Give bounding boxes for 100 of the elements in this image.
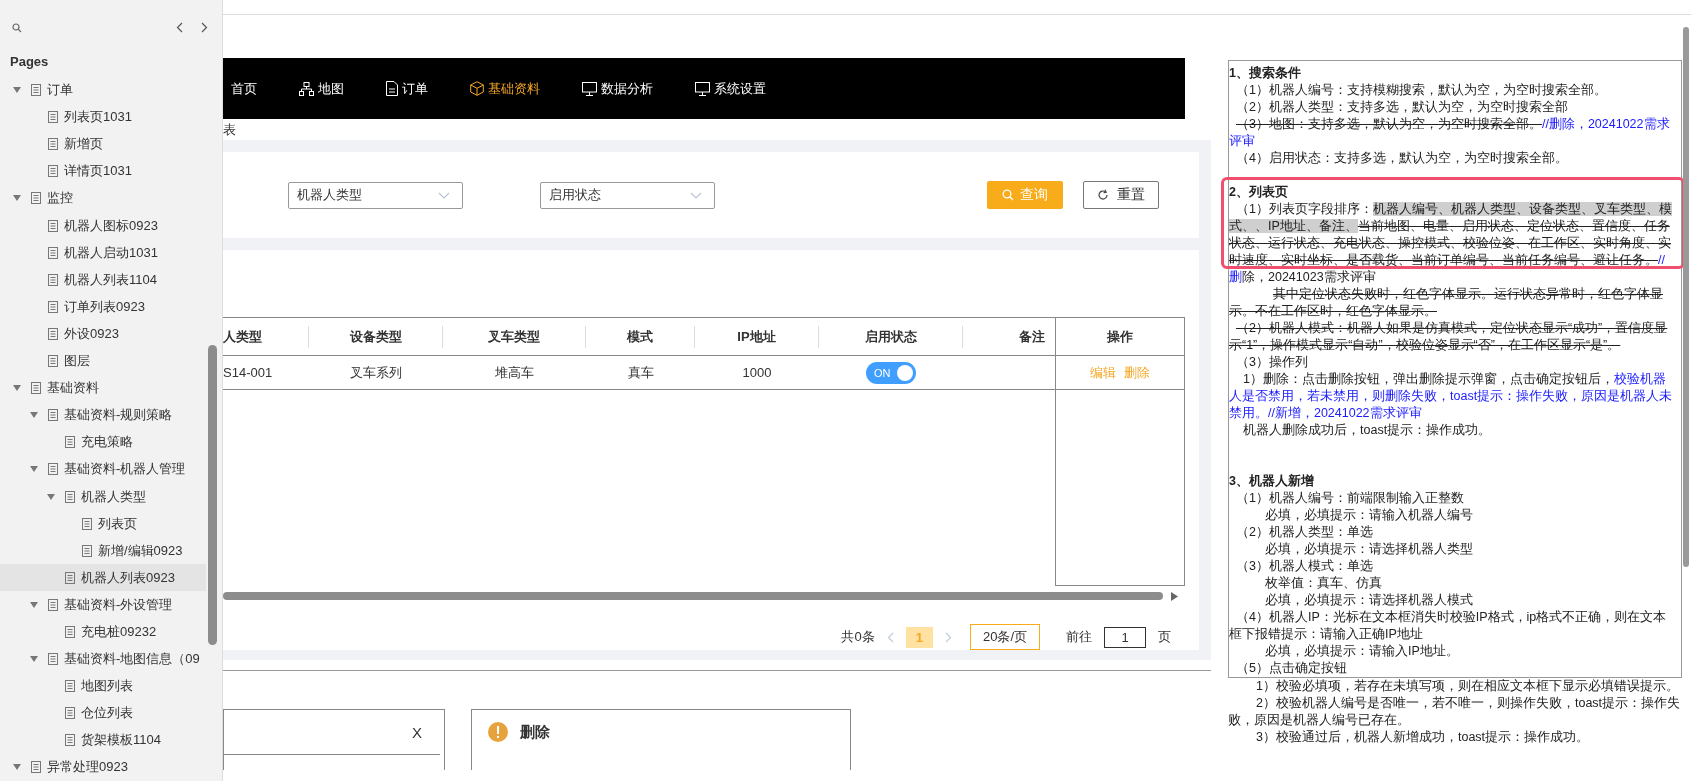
note-text: 1）校验必填项，若存在未填写项，则在相应文本框下显示必填错误提示。 bbox=[1255, 678, 1680, 695]
page-size-select[interactable]: 20条/页 bbox=[969, 624, 1040, 650]
page-tree-item[interactable]: 机器人类型 bbox=[0, 482, 206, 511]
page-icon bbox=[65, 571, 75, 584]
page-tree-item[interactable]: 列表页1031 bbox=[0, 103, 206, 131]
caret-icon[interactable] bbox=[13, 87, 21, 94]
note-text: 2、列表页 bbox=[1229, 184, 1289, 201]
breadcrumb: 表 bbox=[223, 121, 237, 139]
page-icon bbox=[48, 111, 58, 124]
chevron-down-icon bbox=[438, 191, 450, 199]
column-header: 备注 bbox=[1018, 327, 1046, 346]
search-icon bbox=[1002, 189, 1014, 201]
page-tree-item[interactable]: 基础资料-地图信息（09 bbox=[0, 645, 206, 673]
caret-icon[interactable] bbox=[13, 195, 21, 202]
nav-item[interactable]: 系统设置 bbox=[695, 79, 766, 98]
page-tree-item[interactable]: 异常处理0923 bbox=[0, 753, 206, 781]
page-icon bbox=[82, 517, 92, 530]
caret-icon[interactable] bbox=[13, 764, 21, 771]
page-icon bbox=[48, 327, 58, 340]
page-tree-item[interactable]: 监控 bbox=[0, 184, 206, 213]
note-text: （1）列表页字段排序：机器人编号、机器人类型、设备类型、叉车类型、模式、、IP地址、备注、当前地图、电量、启用状态、定位状态、置信度、任务状态、运行状态、充电状态、操控模式、校验位姿、在工作区、实时角度、实时速度、实时坐标、是否载货、当前订单编号、当前任务编号、避让任务。//删除，20241023需求评审 bbox=[1229, 201, 1673, 286]
page-tree-item[interactable]: 基础资料 bbox=[0, 374, 206, 402]
table-cell-text: 叉车系列 bbox=[349, 363, 403, 382]
search-icon[interactable] bbox=[12, 22, 22, 33]
page-icon bbox=[65, 626, 75, 638]
table-cell-text: 堆高车 bbox=[494, 363, 535, 382]
select-field[interactable]: 启用状态 bbox=[540, 181, 715, 209]
page-icon bbox=[48, 598, 58, 611]
note-text: （4）启用状态：支持多选，默认为空，为空时搜索全部。 bbox=[1235, 150, 1569, 167]
page-icon bbox=[48, 409, 58, 422]
page-tree-item[interactable]: 机器人列表0923 bbox=[0, 564, 206, 592]
page-tree-item[interactable]: 机器人启动1031 bbox=[0, 239, 206, 267]
close-button[interactable]: X bbox=[412, 723, 422, 741]
page-tree-item[interactable]: 图层 bbox=[0, 347, 206, 375]
page-icon bbox=[65, 490, 75, 503]
page-tree-item[interactable]: 基础资料-机器人管理 bbox=[0, 455, 206, 483]
page-icon bbox=[48, 219, 58, 232]
forward-icon[interactable] bbox=[201, 22, 208, 34]
nav-item[interactable]: 地图 bbox=[299, 79, 344, 98]
page-icon bbox=[65, 707, 75, 720]
refresh-icon bbox=[1097, 189, 1109, 201]
caret-icon[interactable] bbox=[47, 493, 55, 500]
page-tree-item[interactable]: 订单列表0923 bbox=[0, 293, 206, 321]
page-tree-item[interactable]: 货架模板1104 bbox=[0, 726, 206, 754]
page-tree-item[interactable]: 充电桩09232 bbox=[0, 618, 206, 646]
page-tree-item[interactable]: 新增页 bbox=[0, 130, 206, 158]
column-header: 叉车类型 bbox=[443, 325, 586, 348]
caret-icon[interactable] bbox=[30, 466, 38, 473]
page-tree-item[interactable]: 外设0923 bbox=[0, 320, 206, 348]
page-tree-item[interactable]: 地图列表 bbox=[0, 672, 206, 700]
nav-item[interactable]: 数据分析 bbox=[582, 79, 653, 98]
page-tree-item[interactable]: 基础资料-外设管理 bbox=[0, 591, 206, 619]
page-tree-item[interactable]: 机器人图标0923 bbox=[0, 212, 206, 240]
page-icon bbox=[65, 680, 75, 693]
cube-icon bbox=[470, 81, 484, 96]
page-icon bbox=[31, 382, 41, 395]
select-field[interactable]: 机器人类型 bbox=[288, 181, 463, 209]
nav-item[interactable]: 首页 bbox=[231, 79, 257, 98]
caret-icon[interactable] bbox=[30, 656, 38, 663]
page-icon bbox=[48, 165, 58, 178]
note-text: 其中定位状态失败时，红色字体显示。运行状态异常时，红色字体显示。不在工作区时，红色字体显示。 bbox=[1229, 286, 1664, 320]
caret-icon[interactable] bbox=[30, 412, 38, 419]
page-icon bbox=[82, 544, 92, 557]
dialog-title: 删除 bbox=[520, 722, 550, 742]
page-icon bbox=[65, 436, 75, 449]
page-tree-item[interactable]: 机器人列表1104 bbox=[0, 266, 206, 294]
note-text: 必填，必填提示：请选择机器人模式 bbox=[1264, 592, 1474, 609]
page-icon bbox=[48, 300, 58, 313]
caret-icon[interactable] bbox=[13, 385, 21, 392]
page-icon bbox=[48, 463, 58, 476]
page-unit: 页 bbox=[1158, 628, 1171, 646]
page-tree-item[interactable]: 新增/编辑0923 bbox=[0, 537, 206, 565]
reset-button[interactable]: 重置 bbox=[1083, 181, 1159, 209]
page-tree-item[interactable]: 详情页1031 bbox=[0, 157, 206, 185]
pages-title: Pages bbox=[9, 53, 50, 72]
page-tree-item[interactable]: 仓位列表 bbox=[0, 699, 206, 727]
column-header: 人类型 bbox=[223, 325, 309, 348]
page-icon bbox=[48, 355, 58, 368]
table-cell-text: 1000 bbox=[741, 365, 773, 380]
note-text: （1）机器人编号：支持模糊搜索，默认为空，为空时搜索全部。 bbox=[1235, 82, 1608, 99]
note-text: 枚举值：真车、仿真 bbox=[1264, 575, 1383, 592]
scrollbar[interactable] bbox=[1683, 27, 1691, 567]
page-input[interactable]: 1 bbox=[1104, 626, 1146, 648]
caret-icon[interactable] bbox=[30, 601, 38, 608]
page-tree-item[interactable]: 基础资料-规则策略 bbox=[0, 401, 206, 429]
nav-item[interactable]: 订单 bbox=[386, 79, 428, 98]
page-tree-item[interactable]: 充电策略 bbox=[0, 428, 206, 456]
nav-item[interactable]: 基础资料 bbox=[470, 79, 540, 98]
page-tree-item[interactable]: 订单 bbox=[0, 76, 206, 104]
note-text: 必填，必填提示：请输入机器人编号 bbox=[1264, 507, 1474, 524]
note-text: （2）机器人类型：支持多选，默认为空，为空时搜索全部 bbox=[1235, 99, 1569, 116]
note-text: （3）机器人模式：单选 bbox=[1235, 558, 1374, 575]
total-count: 共0条 bbox=[841, 628, 875, 646]
goto-label: 前往 bbox=[1066, 628, 1092, 646]
column-header: 设备类型 bbox=[309, 325, 443, 348]
monitor-icon bbox=[695, 81, 710, 96]
back-icon[interactable] bbox=[176, 22, 183, 34]
scroll-right-icon[interactable] bbox=[1171, 591, 1178, 601]
sitemap-icon bbox=[299, 81, 314, 96]
page-tree-item[interactable]: 列表页 bbox=[0, 510, 206, 538]
